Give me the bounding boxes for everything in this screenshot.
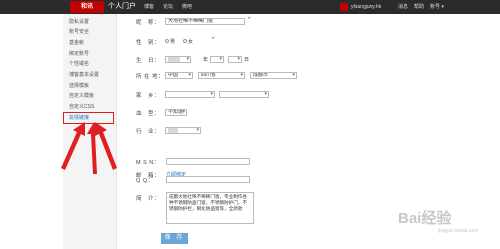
gender-label: 性 别： xyxy=(136,40,161,46)
birthday-label: 生 日： xyxy=(136,58,161,64)
nav-item-forum[interactable]: 论坛 xyxy=(163,1,173,13)
city-select[interactable]: 成都市 xyxy=(250,72,297,79)
province-select[interactable]: 四川省 xyxy=(198,72,245,79)
top-navbar: 和讯 个人门户 博客 论坛 微吧 yfsangjuny.hk 消息 帮助 账号 … xyxy=(0,0,500,14)
gender-male-label: 男 xyxy=(170,39,176,45)
hometown-province-select[interactable] xyxy=(165,91,215,98)
annotation-arrows xyxy=(61,122,117,174)
save-button[interactable]: 保 存 xyxy=(161,233,188,244)
qq-label: Q Q： xyxy=(136,178,154,184)
sidebar-item-fund[interactable]: 基金帐 xyxy=(69,39,84,46)
watermark-url: jingyan.baidu.com xyxy=(438,228,479,234)
nickname-label: 昵 称： xyxy=(136,20,161,26)
sidebar-item-bind-account[interactable]: 绑定账号 xyxy=(69,50,89,57)
avatar[interactable] xyxy=(340,3,348,11)
sidebar-item-custom-template[interactable]: 自定义模板 xyxy=(69,92,94,99)
blood-type-select[interactable]: 不知道 xyxy=(165,109,187,116)
sidebar-item-custom-css[interactable]: 自定义CSS xyxy=(69,103,94,110)
sidebar-item-blog-settings[interactable]: 博客基本设置 xyxy=(69,71,99,78)
user-links: 消息 帮助 账号 ▾ xyxy=(398,1,444,13)
intro-label: 简 介： xyxy=(136,196,161,202)
gender-female-label: 女 xyxy=(188,39,194,45)
sidebar-item-custom-domain[interactable]: 个性域名 xyxy=(69,60,89,67)
day-label: 日 xyxy=(244,57,250,63)
hexun-logo[interactable]: 和讯 xyxy=(70,1,104,13)
nav-item-weiba[interactable]: 微吧 xyxy=(182,1,192,13)
year-label: 年 xyxy=(203,57,209,63)
intro-textarea[interactable]: 成都大地社稀不稀稀门窗，专业制作各种不锈钢防盗门窗，不锈钢防护门，不锈钢防护栏，… xyxy=(166,192,254,224)
qq-field[interactable] xyxy=(166,176,250,183)
messages-link[interactable]: 消息 xyxy=(398,1,408,13)
gender-female-radio[interactable] xyxy=(183,39,187,43)
nav-item-blog[interactable]: 博客 xyxy=(144,1,154,13)
sidebar-item-account-security[interactable]: 账号安全 xyxy=(69,28,89,35)
help-link[interactable]: 帮助 xyxy=(414,1,424,13)
site-name: 个人门户 xyxy=(108,3,136,10)
hometown-label: 家 乡： xyxy=(136,93,161,99)
blood-label: 血 型： xyxy=(136,111,161,117)
account-menu[interactable]: 账号 ▾ xyxy=(430,1,444,13)
required-mark: * xyxy=(248,17,251,23)
birth-year-select[interactable] xyxy=(165,56,191,63)
country-select[interactable]: 中国 xyxy=(165,72,193,79)
hometown-city-select[interactable] xyxy=(219,91,269,98)
sidebar-item-privacy[interactable]: 隐私设置 xyxy=(69,18,89,25)
msn-label: M S N： xyxy=(136,160,160,166)
birth-day-select[interactable] xyxy=(228,56,242,63)
nickname-field[interactable]: 大地社稀不稀稀门窗 xyxy=(165,18,245,25)
birth-month-select[interactable] xyxy=(210,56,224,63)
main-nav: 博客 论坛 微吧 xyxy=(144,1,192,13)
required-mark: * xyxy=(212,37,215,43)
gender-male-radio[interactable] xyxy=(165,39,169,43)
industry-label: 行 业： xyxy=(136,129,161,135)
location-label: 所 在 地： xyxy=(136,74,165,80)
sidebar-item-choose-template[interactable]: 选择模板 xyxy=(69,82,89,89)
username-link[interactable]: yfsangjuny.hk xyxy=(351,1,381,13)
msn-field[interactable] xyxy=(166,158,250,165)
baidu-watermark: Bai经验 xyxy=(398,210,452,227)
industry-select[interactable] xyxy=(165,127,201,134)
